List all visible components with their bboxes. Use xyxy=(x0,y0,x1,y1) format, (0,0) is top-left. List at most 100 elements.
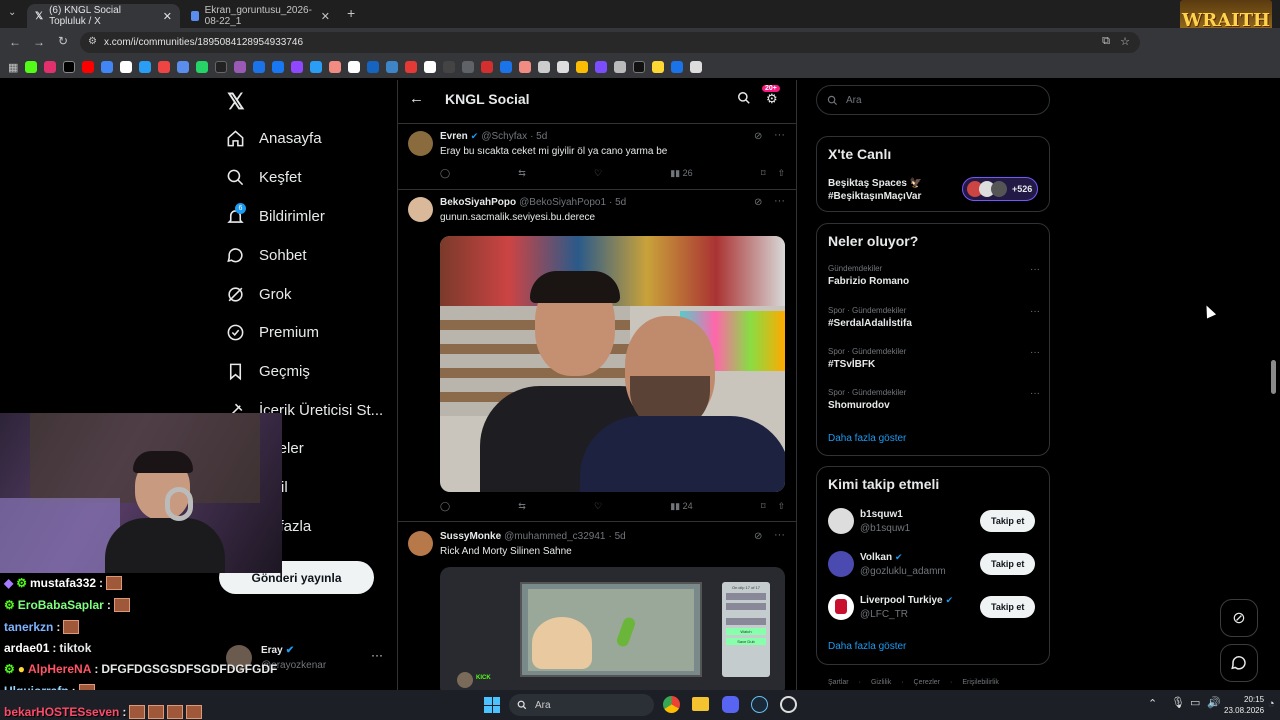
bookmark-icon[interactable] xyxy=(253,61,266,73)
bookmark-icon[interactable] xyxy=(386,61,399,73)
grok-icon[interactable]: ⊘ xyxy=(754,531,762,542)
sidebar-item-bookmarks[interactable]: Geçmiş xyxy=(226,362,310,381)
footer-link[interactable]: Şartlar xyxy=(828,679,849,686)
sidebar-item-premium[interactable]: Premium xyxy=(226,323,319,342)
avatar[interactable] xyxy=(408,131,433,156)
space-listeners[interactable]: +526 xyxy=(962,177,1038,201)
taskbar-search[interactable]: Ara xyxy=(509,694,654,716)
forward-icon[interactable]: → xyxy=(33,35,45,49)
chevron-up-icon[interactable]: ⌃ xyxy=(1148,697,1157,710)
bookmark-icon[interactable] xyxy=(424,61,437,73)
bookmark-icon[interactable] xyxy=(348,61,361,73)
footer-link[interactable]: Gizlilik xyxy=(871,679,891,686)
author-name[interactable]: SussyMonke xyxy=(440,531,501,542)
tweet-video[interactable]: On cilp 17 of 17 Watch Save Dub KICK xyxy=(440,567,785,690)
bookmark-icon[interactable] xyxy=(671,61,684,73)
more-icon[interactable]: ··· xyxy=(1030,264,1040,275)
trend-item[interactable]: Spor · Gündemdekiler #TSvİBFK ··· xyxy=(828,347,1040,370)
network-icon[interactable]: ▭ xyxy=(1190,696,1200,709)
tweet[interactable]: SussyMonke @muhammed_c32941 · 5d ⊘ ··· R… xyxy=(397,522,797,690)
bookmark-icon[interactable] xyxy=(101,61,114,73)
bookmark-icon[interactable] xyxy=(234,61,247,73)
trend-item[interactable]: Spor · Gündemdekiler Shomurodov ··· xyxy=(828,388,1040,411)
back-icon[interactable]: ← xyxy=(9,35,21,49)
footer-link[interactable]: Çerezler xyxy=(914,679,940,686)
avatar[interactable] xyxy=(408,531,433,556)
windows-start-icon[interactable] xyxy=(484,697,500,713)
bookmark-icon[interactable] xyxy=(139,61,152,73)
more-icon[interactable]: ··· xyxy=(774,529,785,541)
more-icon[interactable]: ··· xyxy=(371,648,383,662)
tweet-time[interactable]: · 5d xyxy=(530,131,547,142)
grok-icon[interactable]: ⊘ xyxy=(754,197,762,208)
live-space[interactable]: Beşiktaş Spaces 🦅 #BeşiktaşınMaçıVar xyxy=(828,178,968,202)
bookmark-icon[interactable] xyxy=(63,61,76,73)
gear-icon[interactable]: ⚙ xyxy=(766,91,778,107)
more-icon[interactable]: ··· xyxy=(774,129,785,141)
install-icon[interactable]: ⧉ xyxy=(1102,35,1110,48)
reply-icon[interactable]: ◯ xyxy=(440,501,450,512)
search-input[interactable]: Ara xyxy=(816,85,1050,115)
url-field[interactable]: ⚙ x.com/i/communities/189508412895493374… xyxy=(80,32,1140,53)
bookmark-icon[interactable] xyxy=(367,61,380,73)
follow-suggestion[interactable]: b1squw1 @b1squw1 Takip et xyxy=(828,507,1040,537)
more-icon[interactable]: ··· xyxy=(1030,388,1040,399)
trend-item[interactable]: Gündemdekiler Fabrizio Romano ··· xyxy=(828,264,1040,287)
bookmark-icon[interactable] xyxy=(614,61,627,73)
author-handle[interactable]: @Schyfax xyxy=(481,131,527,142)
views-icon[interactable]: ▮▮ 24 xyxy=(670,501,692,512)
search-icon[interactable] xyxy=(737,91,751,105)
bookmark-icon[interactable] xyxy=(576,61,589,73)
share-icon[interactable]: ⇧ xyxy=(777,168,785,179)
bookmark-icon[interactable] xyxy=(443,61,456,73)
bookmark-icon[interactable]: ⌑ xyxy=(761,168,766,179)
volume-icon[interactable]: 🔊 xyxy=(1207,696,1221,709)
tweet-time[interactable]: · 5d xyxy=(609,197,626,208)
avatar[interactable] xyxy=(408,197,433,222)
more-icon[interactable]: ··· xyxy=(1030,306,1040,317)
steam-icon[interactable] xyxy=(751,696,768,713)
messages-icon[interactable] xyxy=(1220,644,1258,682)
bookmark-icon[interactable] xyxy=(82,61,95,73)
bookmark-icon[interactable] xyxy=(44,61,57,73)
bookmark-icon[interactable] xyxy=(25,61,38,73)
bookmark-icon[interactable] xyxy=(120,61,133,73)
site-info-icon[interactable]: ⚙ xyxy=(88,36,97,47)
bookmark-icon[interactable] xyxy=(310,61,323,73)
folder-icon[interactable] xyxy=(652,61,665,73)
tweet-photo[interactable] xyxy=(440,236,785,492)
page-scrollbar[interactable] xyxy=(1271,360,1276,394)
views-icon[interactable]: ▮▮ 26 xyxy=(670,168,692,179)
bookmark-icon[interactable] xyxy=(462,61,475,73)
new-tab-icon[interactable]: + xyxy=(347,5,355,21)
follow-button[interactable]: Takip et xyxy=(980,596,1036,618)
bookmark-icon[interactable] xyxy=(481,61,494,73)
sidebar-item-chat[interactable]: Sohbet xyxy=(226,246,307,265)
bookmark-icon[interactable] xyxy=(690,61,703,73)
show-more-link[interactable]: Daha fazla göster xyxy=(828,641,906,652)
follow-button[interactable]: Takip et xyxy=(980,553,1036,575)
follow-suggestion[interactable]: Liverpool Turkiye ✔ @LFC_TR Takip et xyxy=(828,593,1040,623)
author-handle[interactable]: @muhammed_c32941 xyxy=(504,531,605,542)
author-handle[interactable]: @BekoSiyahPopo1 xyxy=(519,197,606,208)
show-more-link[interactable]: Daha fazla göster xyxy=(828,433,906,444)
notification-icon[interactable]: ◔ xyxy=(1268,698,1275,710)
bookmark-icon[interactable] xyxy=(177,61,190,73)
bookmark-icon[interactable] xyxy=(500,61,513,73)
clock[interactable]: 20:15 23.08.2026 xyxy=(1224,694,1264,716)
follow-suggestion[interactable]: Volkan ✔ @gozluklu_adamm Takip et xyxy=(828,550,1040,580)
tab-inactive[interactable]: Ekran_goruntusu_2026-08-22_1 ✕ xyxy=(183,4,338,28)
bookmark-icon[interactable] xyxy=(405,61,418,73)
apps-icon[interactable]: ▦ xyxy=(8,61,18,74)
bookmark-icon[interactable] xyxy=(291,61,304,73)
bookmark-icon[interactable] xyxy=(557,61,570,73)
tweet[interactable]: BekoSiyahPopo @BekoSiyahPopo1 · 5d ⊘ ···… xyxy=(397,190,797,522)
tweet[interactable]: Evren ✔ @Schyfax · 5d ⊘ ··· Eray bu sıca… xyxy=(397,124,797,190)
tab-active[interactable]: 𝕏 (6) KNGL Social Topluluk / X ✕ xyxy=(27,4,180,28)
bookmark-icon[interactable] xyxy=(519,61,532,73)
file-explorer-icon[interactable] xyxy=(692,697,709,711)
follow-button[interactable]: Takip et xyxy=(980,510,1036,532)
tab-search-icon[interactable]: ⌄ xyxy=(8,7,16,18)
sidebar-item-grok[interactable]: Grok xyxy=(226,285,292,304)
like-icon[interactable]: ♡ xyxy=(594,168,602,179)
